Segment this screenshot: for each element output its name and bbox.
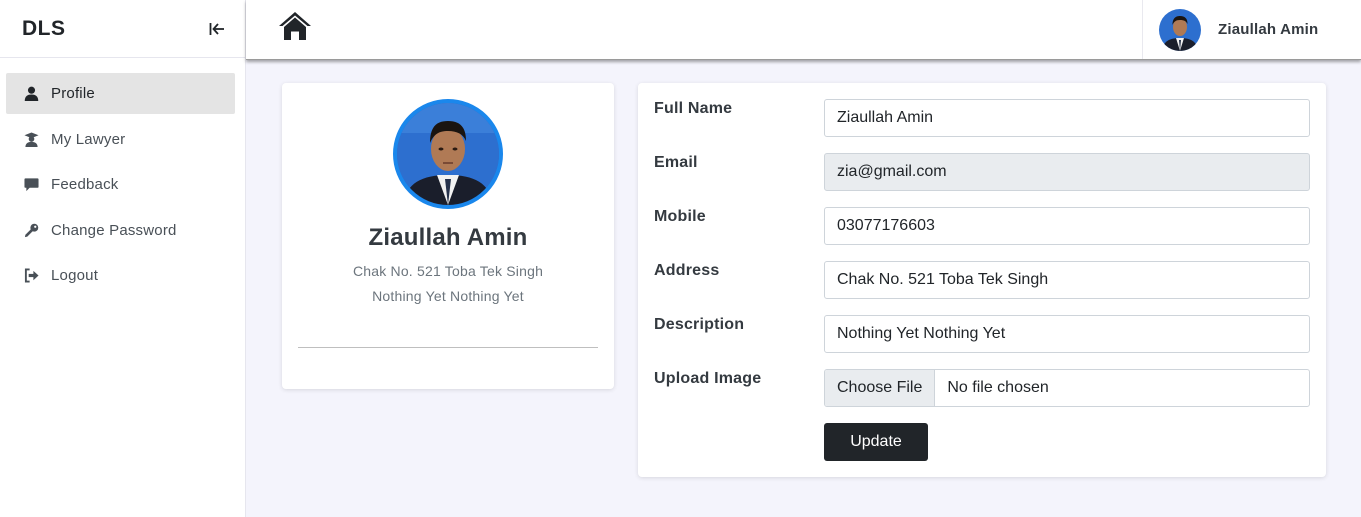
logout-icon <box>23 268 39 284</box>
sidebar-item-profile[interactable]: Profile <box>6 73 235 114</box>
sidebar-item-label: Change Password <box>51 221 177 239</box>
description-label: Description <box>654 316 745 333</box>
profile-card: Ziaullah Amin Chak No. 521 Toba Tek Sing… <box>282 83 614 389</box>
divider <box>298 347 598 348</box>
profile-form: Full Name Email Mobile Address Descripti… <box>638 83 1326 477</box>
sidebar-item-feedback[interactable]: Feedback <box>6 164 235 205</box>
lawyer-icon <box>23 131 39 147</box>
sidebar-item-change-password[interactable]: Change Password <box>6 210 235 251</box>
user-menu[interactable]: Ziaullah Amin <box>1142 0 1361 59</box>
address-label: Address <box>654 262 720 279</box>
full-name-label: Full Name <box>654 100 733 117</box>
sidebar-item-label: My Lawyer <box>51 130 126 148</box>
mobile-input[interactable] <box>824 207 1310 245</box>
profile-name: Ziaullah Amin <box>368 224 528 251</box>
upload-image-input[interactable]: Choose File No file chosen <box>824 369 1310 407</box>
email-input <box>824 153 1310 191</box>
sidebar-item-label: Profile <box>51 85 95 102</box>
update-button[interactable]: Update <box>824 423 928 461</box>
brand-logo: DLS <box>22 16 66 40</box>
address-input[interactable] <box>824 261 1310 299</box>
collapse-sidebar-icon[interactable] <box>207 19 227 39</box>
sidebar-item-my-lawyer[interactable]: My Lawyer <box>6 119 235 160</box>
sidebar-nav: Profile My Lawyer Feedback Change Passwo… <box>0 58 245 296</box>
sidebar: DLS Profile My Lawyer Feedback Change Pa… <box>0 0 246 517</box>
user-name: Ziaullah Amin <box>1218 21 1319 38</box>
full-name-input[interactable] <box>824 99 1310 137</box>
key-icon <box>23 222 39 238</box>
upload-image-label: Upload Image <box>654 370 762 387</box>
home-icon[interactable] <box>278 11 314 45</box>
comment-icon <box>23 177 39 193</box>
sidebar-header: DLS <box>0 0 245 58</box>
description-input[interactable] <box>824 315 1310 353</box>
profile-avatar <box>393 99 503 209</box>
sidebar-item-label: Logout <box>51 267 99 284</box>
topbar: Ziaullah Amin <box>246 0 1361 60</box>
choose-file-button[interactable]: Choose File <box>825 370 936 406</box>
avatar <box>1159 8 1201 51</box>
profile-address: Chak No. 521 Toba Tek Singh <box>352 263 544 279</box>
email-label: Email <box>654 154 698 171</box>
sidebar-item-label: Feedback <box>51 176 119 193</box>
profile-description: Nothing Yet Nothing Yet <box>372 288 524 304</box>
mobile-label: Mobile <box>654 208 706 225</box>
user-icon <box>23 86 39 102</box>
file-status: No file chosen <box>947 379 1049 396</box>
sidebar-item-logout[interactable]: Logout <box>6 255 235 296</box>
